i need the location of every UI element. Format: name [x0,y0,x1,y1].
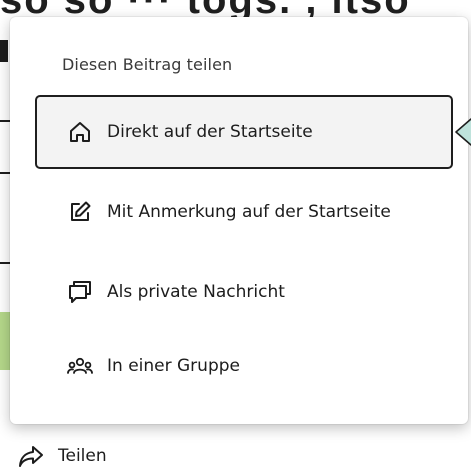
background-heading-fragment: so so ··· togs. , itso [0,0,471,18]
edit-icon [67,199,93,225]
popup-pointer [455,118,471,146]
background-text-fragment [0,40,8,62]
share-option-startpage[interactable]: Direkt auf der Startseite [35,95,453,169]
share-button[interactable]: Teilen [18,444,107,468]
background-divider [0,262,10,264]
share-option-label: Als private Nachricht [107,282,285,302]
share-option-private-message[interactable]: Als private Nachricht [35,255,453,329]
home-icon [67,119,93,145]
background-divider [0,172,10,174]
background-divider [0,120,10,122]
share-option-label: Direkt auf der Startseite [107,122,313,142]
share-arrow-icon [18,444,44,468]
share-option-with-comment[interactable]: Mit Anmerkung auf der Startseite [35,175,453,249]
share-option-label: Mit Anmerkung auf der Startseite [107,202,391,222]
group-icon [67,353,93,379]
message-icon [67,279,93,305]
background-accent-bar [0,312,10,370]
share-option-label: In einer Gruppe [107,356,240,376]
popup-title: Diesen Beitrag teilen [62,55,233,74]
share-label: Teilen [58,446,107,466]
share-option-group[interactable]: In einer Gruppe [35,329,453,403]
share-popup: Diesen Beitrag teilen Direkt auf der Sta… [10,17,468,424]
